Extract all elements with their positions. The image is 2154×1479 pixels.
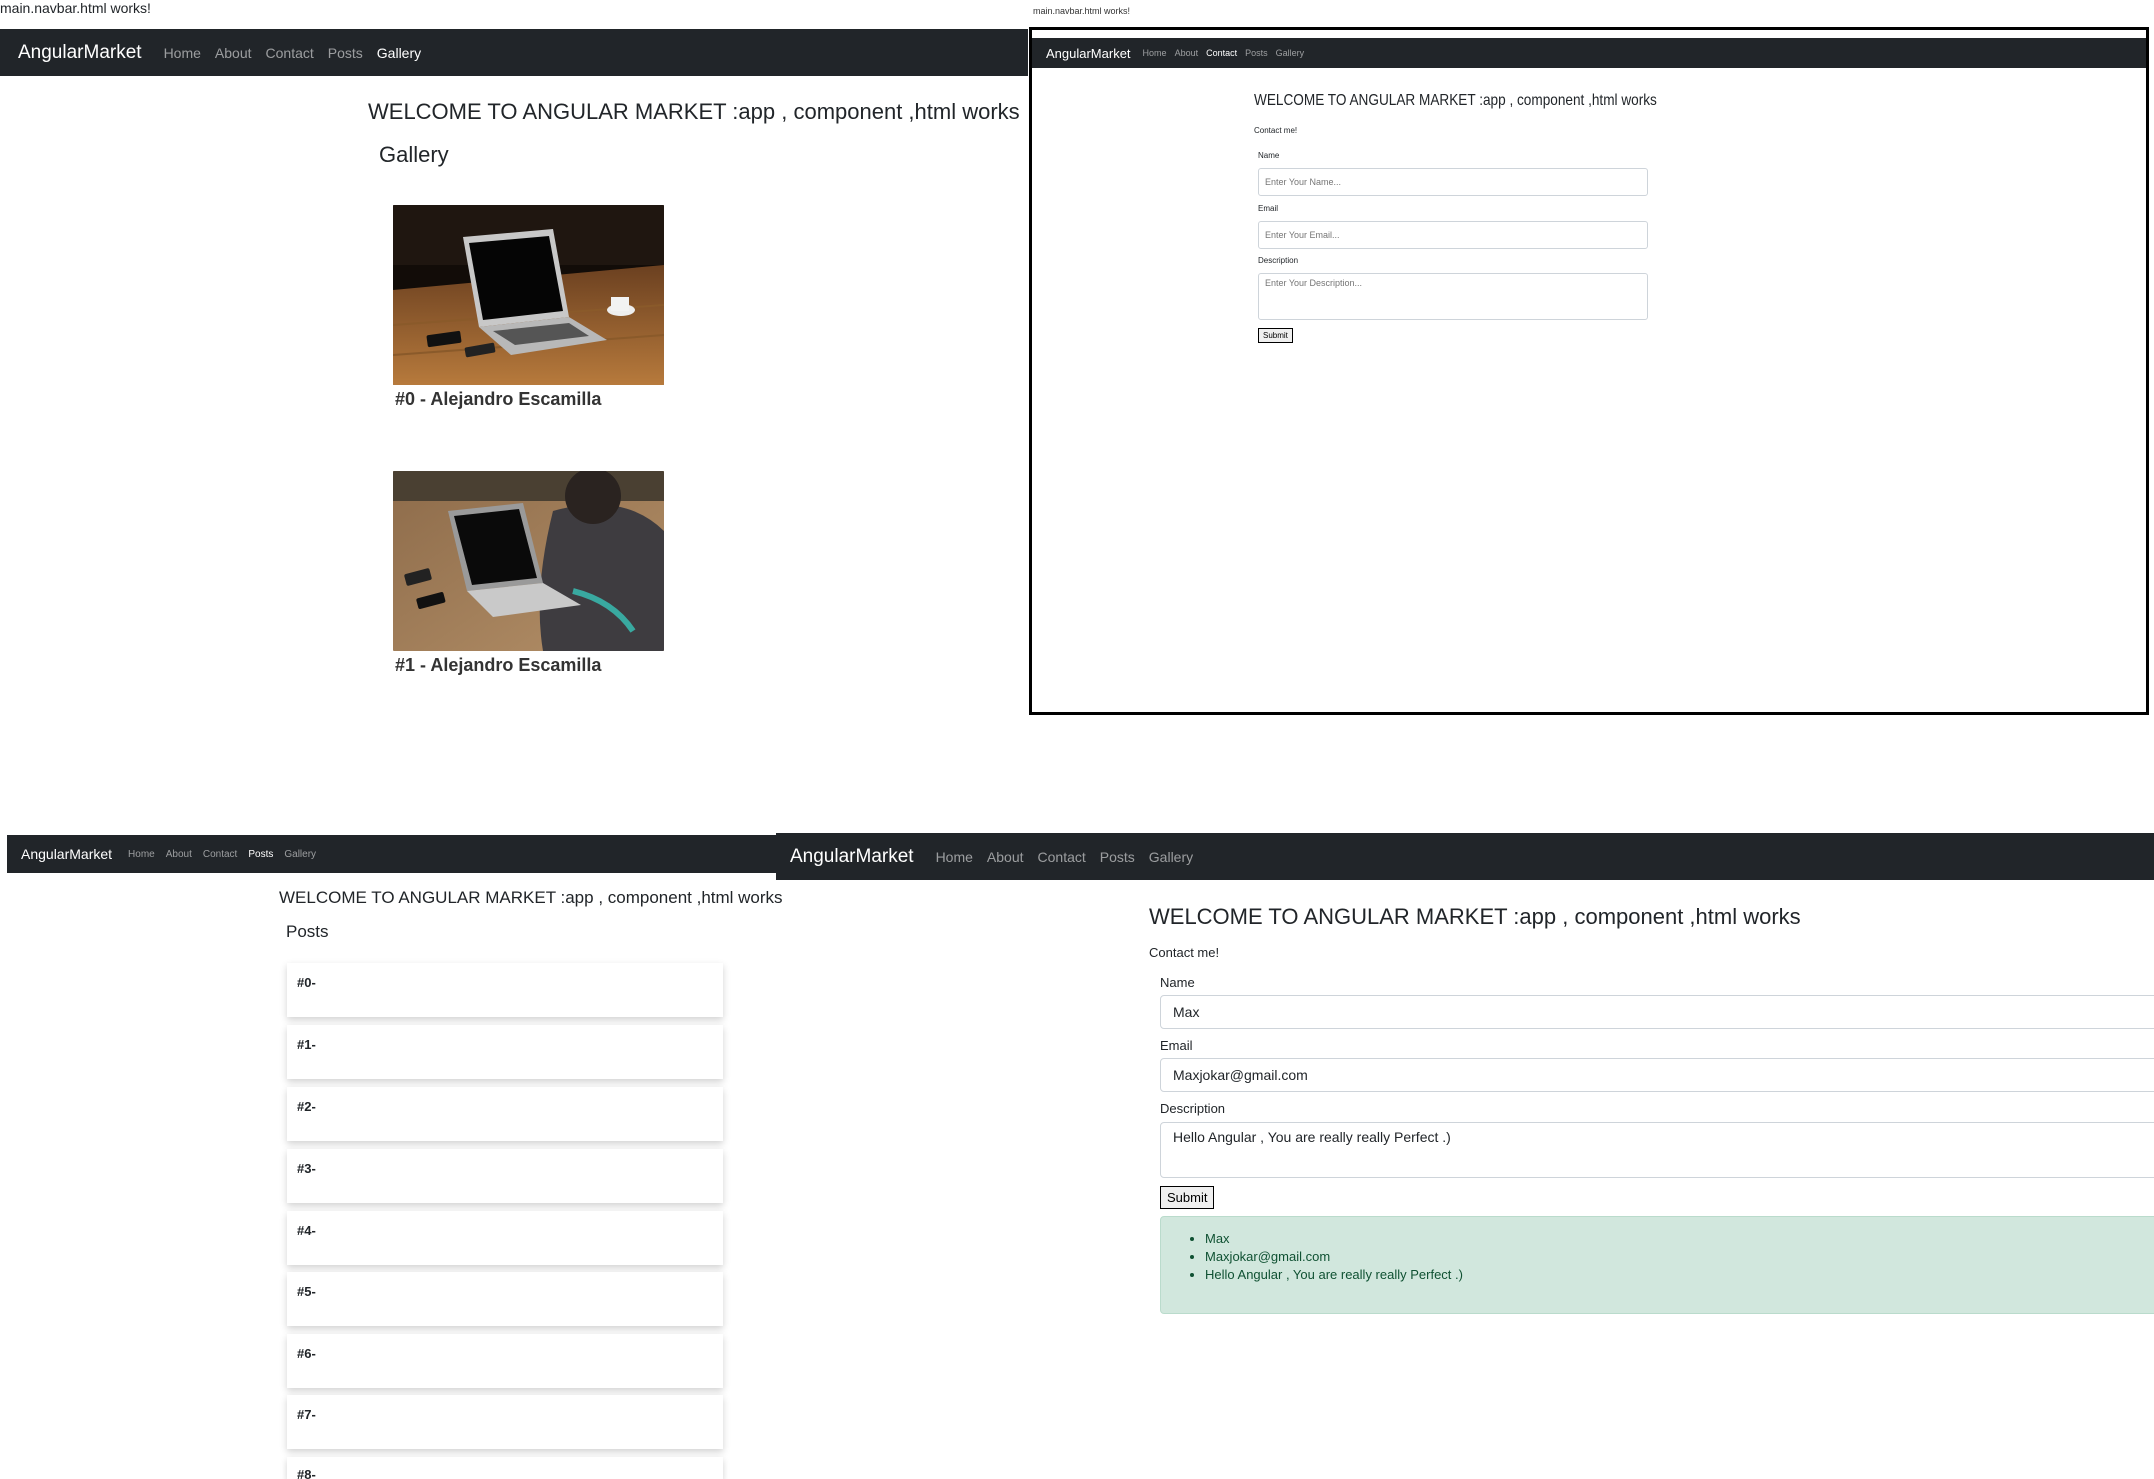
navbar-works-note: main.navbar.html works! [0,0,151,16]
nav-gallery[interactable]: Gallery [1276,48,1305,58]
brand-logo[interactable]: AngularMarket [18,42,142,64]
submit-button[interactable]: Submit [1160,1186,1215,1209]
brand-logo[interactable]: AngularMarket [21,846,112,862]
navbar-contact: AngularMarket Home About Contact Posts G… [776,833,2154,880]
name-input[interactable] [1258,168,1648,196]
gallery-caption: #1 - Alejandro Escamilla [395,655,602,675]
welcome-heading: WELCOME TO ANGULAR MARKET :app , compone… [279,888,783,907]
nav-gallery[interactable]: Gallery [1149,849,1193,865]
nav-home[interactable]: Home [164,45,201,61]
description-label: Description [1258,256,1299,265]
navbar-posts: AngularMarket Home About Contact Posts G… [7,835,777,873]
welcome-heading: WELCOME TO ANGULAR MARKET :app , compone… [1149,904,1801,929]
nav-contact[interactable]: Contact [203,849,237,860]
nav-posts[interactable]: Posts [328,45,363,61]
gallery-title: Gallery [379,142,449,167]
email-input[interactable] [1160,1058,2154,1092]
post-card[interactable]: #8- [287,1457,723,1479]
navbar-gallery: AngularMarket Home About Contact Posts G… [0,29,1028,76]
submitted-name: Max [1205,1231,2154,1246]
nav-gallery[interactable]: Gallery [377,45,421,61]
submit-button[interactable]: Submit [1258,328,1293,343]
submitted-alert: Max Maxjokar@gmail.com Hello Angular , Y… [1160,1216,2154,1314]
nav-contact[interactable]: Contact [1206,48,1237,58]
welcome-heading: WELCOME TO ANGULAR MARKET :app , compone… [1254,92,1657,109]
nav-home[interactable]: Home [1143,48,1167,58]
post-card[interactable]: #6- [287,1334,723,1388]
navbar-works-note-small: main.navbar.html works! [1033,6,1131,16]
post-card[interactable]: #2- [287,1087,723,1141]
submitted-description: Hello Angular , You are really really Pe… [1205,1267,2154,1282]
post-card[interactable]: #7- [287,1395,723,1449]
nav-posts[interactable]: Posts [1100,849,1135,865]
description-input[interactable] [1258,273,1648,320]
post-card[interactable]: #5- [287,1272,723,1326]
laptop-user-photo [393,471,664,651]
nav-about[interactable]: About [166,849,192,860]
nav-posts[interactable]: Posts [248,849,273,860]
nav-about[interactable]: About [215,45,252,61]
name-label: Name [1160,975,1195,990]
nav-about[interactable]: About [1175,48,1199,58]
nav-posts[interactable]: Posts [1245,48,1268,58]
gallery-item[interactable]: #0 - Alejandro Escamilla [393,205,664,410]
email-label: Email [1258,204,1279,213]
contact-screenshot-frame: AngularMarket Home About Contact Posts G… [1029,27,2149,715]
nav-contact[interactable]: Contact [1038,849,1086,865]
posts-title: Posts [286,922,329,941]
brand-logo[interactable]: AngularMarket [790,846,914,868]
email-input[interactable] [1258,221,1648,249]
nav-home[interactable]: Home [128,849,155,860]
nav-gallery[interactable]: Gallery [284,849,316,860]
nav-contact[interactable]: Contact [266,45,314,61]
description-input[interactable]: Hello Angular , You are really really Pe… [1160,1122,2154,1178]
brand-logo[interactable]: AngularMarket [1046,46,1131,61]
description-label: Description [1160,1101,1226,1116]
navbar-contact-small: AngularMarket Home About Contact Posts G… [1032,38,2146,68]
post-card[interactable]: #0- [287,963,723,1017]
gallery-item[interactable]: #1 - Alejandro Escamilla [393,471,664,676]
post-card[interactable]: #1- [287,1025,723,1079]
nav-about[interactable]: About [987,849,1024,865]
nav-home[interactable]: Home [936,849,973,865]
post-card[interactable]: #3- [287,1149,723,1203]
submitted-list: Max Maxjokar@gmail.com Hello Angular , Y… [1161,1231,2154,1282]
contact-label: Contact me! [1254,126,1298,135]
submitted-email: Maxjokar@gmail.com [1205,1249,2154,1264]
laptop-photo [393,205,664,385]
welcome-heading: WELCOME TO ANGULAR MARKET :app , compone… [368,99,1020,124]
name-input[interactable] [1160,995,2154,1029]
post-card[interactable]: #4- [287,1211,723,1265]
name-label: Name [1258,151,1280,160]
gallery-caption: #0 - Alejandro Escamilla [395,389,602,409]
contact-label: Contact me! [1149,945,1220,960]
email-label: Email [1160,1038,1193,1053]
